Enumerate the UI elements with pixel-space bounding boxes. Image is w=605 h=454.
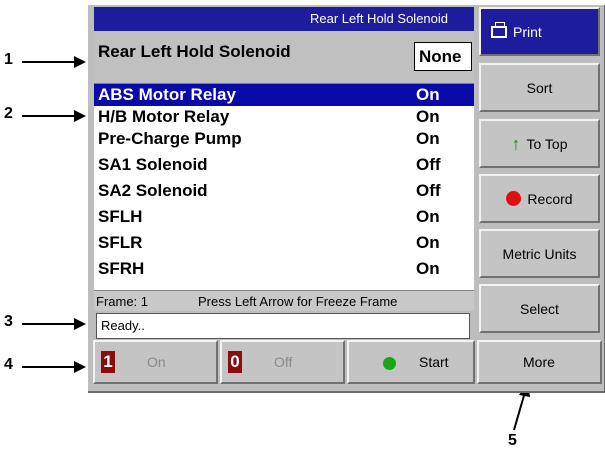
pid-name: ABS Motor Relay [98, 85, 236, 104]
off-button[interactable]: 0 Off [220, 340, 345, 384]
sort-label: Sort [526, 79, 553, 96]
start-icon [383, 357, 396, 370]
printer-icon [491, 21, 507, 38]
pid-list[interactable]: ABS Motor Relay On H/B Motor Relay On Pre-… [94, 84, 474, 290]
on-button[interactable]: 1 On [93, 340, 218, 384]
list-item[interactable]: SFLR On [94, 232, 474, 254]
select-label: Select [520, 300, 559, 317]
on-label: On [147, 354, 166, 370]
digit-one-icon: 1 [101, 351, 115, 373]
more-button[interactable]: More [477, 340, 602, 384]
callout-4: 4 [4, 356, 13, 373]
callout-4-arrow [22, 361, 86, 373]
callout-3-arrow [22, 318, 86, 330]
freeze-frame-hint: Press Left Arrow for Freeze Frame [198, 294, 398, 309]
pid-value: On [416, 259, 440, 278]
record-icon [506, 191, 522, 206]
pid-value: On [416, 107, 440, 126]
status-message: Ready.. [96, 313, 470, 339]
callout-1: 1 [4, 51, 13, 68]
pid-name: Pre-Charge Pump [98, 129, 242, 148]
callout-2-arrow [22, 110, 86, 122]
metric-units-button[interactable]: Metric Units [479, 229, 600, 278]
metric-units-label: Metric Units [502, 245, 577, 262]
to-top-button[interactable]: ↑ To Top [479, 119, 600, 168]
digit-zero-icon: 0 [228, 351, 242, 373]
pid-name: SFRH [98, 259, 145, 278]
to-top-label: To Top [526, 135, 568, 152]
callout-1-arrow [22, 56, 86, 68]
pid-value: On [416, 129, 440, 148]
selected-pid-name: Rear Left Hold Solenoid [98, 42, 291, 61]
off-label: Off [274, 354, 293, 370]
print-label: Print [513, 23, 542, 40]
pid-name: SFLR [98, 233, 143, 252]
pid-value: On [416, 233, 440, 252]
data-list-panel: Rear Left Hold Solenoid Rear Left Hold S… [94, 7, 474, 341]
sort-button[interactable]: Sort [479, 63, 600, 112]
list-item[interactable]: Pre-Charge Pump On [94, 128, 474, 150]
window-title: Rear Left Hold Solenoid [94, 7, 474, 31]
pid-name: H/B Motor Relay [98, 107, 230, 126]
pid-value: On [416, 85, 440, 104]
selected-pid-value: None [414, 42, 472, 71]
pid-name: SA1 Solenoid [98, 155, 208, 174]
callout-5: 5 [508, 432, 517, 449]
list-item[interactable]: ABS Motor Relay On [94, 84, 474, 106]
list-item[interactable]: SFLH On [94, 206, 474, 228]
frame-status-bar: Frame: 1 Press Left Arrow for Freeze Fra… [94, 290, 474, 311]
start-label: Start [419, 354, 449, 370]
record-label: Record [527, 190, 573, 207]
record-button[interactable]: Record [479, 174, 600, 223]
pid-name: SFLH [98, 207, 143, 226]
pid-value: Off [416, 181, 441, 200]
frame-number: Frame: 1 [96, 294, 149, 309]
more-label: More [523, 354, 555, 370]
callout-2: 2 [4, 105, 13, 122]
start-button[interactable]: Start [347, 340, 475, 384]
callout-3: 3 [4, 313, 13, 330]
print-button[interactable]: Print [479, 7, 600, 56]
list-item[interactable]: SA2 Solenoid Off [94, 180, 474, 202]
select-button[interactable]: Select [479, 284, 600, 333]
list-item[interactable]: SA1 Solenoid Off [94, 154, 474, 176]
pid-name: SA2 Solenoid [98, 181, 208, 200]
list-item[interactable]: SFRH On [94, 258, 474, 280]
selected-pid-header[interactable]: Rear Left Hold Solenoid None [94, 31, 474, 84]
pid-value: On [416, 207, 440, 226]
list-item[interactable]: H/B Motor Relay On [94, 106, 474, 128]
pid-value: Off [416, 155, 441, 174]
up-arrow-icon: ↑ [511, 133, 521, 154]
